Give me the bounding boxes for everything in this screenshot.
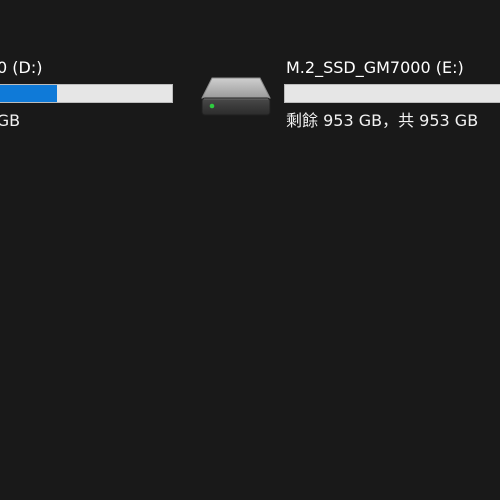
drive-name-label: M.2_SSD_GM7000 (E:) xyxy=(286,58,464,77)
drive-led-indicator xyxy=(209,103,215,109)
capacity-bar xyxy=(0,84,173,103)
capacity-bar-fill xyxy=(0,85,57,102)
capacity-bar xyxy=(284,84,500,103)
drive-tile-e[interactable]: M.2_SSD_GM7000 (E:) 剩餘 953 GB，共 953 GB xyxy=(192,0,500,150)
hard-drive-icon xyxy=(201,77,271,116)
drive-name-label: 0 (D:) xyxy=(0,58,43,77)
drive-capacity-text: 剩餘 953 GB，共 953 GB xyxy=(286,111,479,130)
drive-tile-d[interactable]: 0 (D:) 共 931 GB xyxy=(0,0,180,150)
drive-capacity-text: 共 931 GB xyxy=(0,111,21,130)
file-explorer-drives-view: 0 (D:) 共 931 GB M.2_SSD_GM7000 (E:) xyxy=(0,0,500,500)
